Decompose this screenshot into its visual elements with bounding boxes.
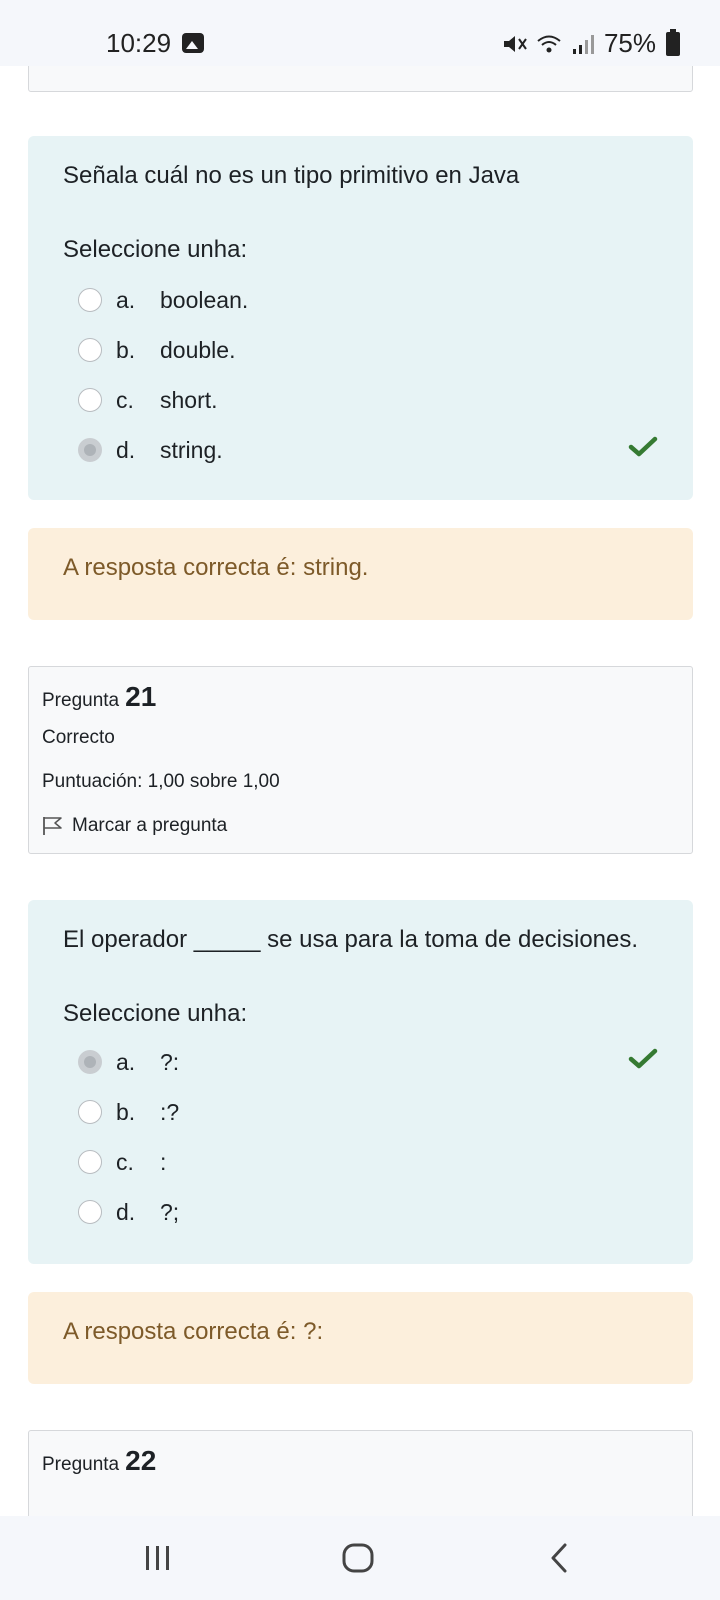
select-prompt: Seleccione unha: xyxy=(63,236,248,263)
option-letter: c. xyxy=(116,1148,134,1175)
signal-icon xyxy=(572,34,594,54)
option-b[interactable]: b. double. xyxy=(78,334,658,366)
question-state: Correcto xyxy=(42,727,115,748)
correct-answer-feedback: A resposta correcta é: string. xyxy=(28,528,693,620)
radio-button[interactable] xyxy=(78,1100,102,1124)
question-grade: Puntuación: 1,00 sobre 1,00 xyxy=(42,771,280,792)
flag-question-link[interactable]: Marcar a pregunta xyxy=(42,815,227,837)
option-text: : xyxy=(160,1148,167,1175)
battery-percent: 75% xyxy=(603,28,656,58)
back-icon[interactable] xyxy=(540,1538,580,1578)
question-number-value: 21 xyxy=(125,681,157,712)
option-text: ?: xyxy=(160,1048,180,1075)
gallery-icon xyxy=(182,33,204,53)
status-bar: 10:29 75% xyxy=(0,0,720,66)
select-prompt: Seleccione unha: xyxy=(63,1000,248,1027)
option-letter: d. xyxy=(116,1198,136,1225)
option-text: double. xyxy=(160,336,236,363)
status-right-group: 75% xyxy=(502,28,680,59)
question-number-label: Pregunta xyxy=(42,690,120,711)
mute-icon xyxy=(503,35,527,52)
option-text: ?; xyxy=(160,1198,180,1225)
flag-icon xyxy=(43,817,62,835)
system-navigation-bar xyxy=(0,1516,720,1600)
radio-button[interactable] xyxy=(78,388,102,412)
option-letter: c. xyxy=(116,386,134,413)
question-21-info: Pregunta 21 Correcto Puntuación: 1,00 so… xyxy=(28,666,693,854)
question-number: Pregunta 21 xyxy=(42,681,156,713)
option-d[interactable]: d. string. xyxy=(78,434,658,466)
radio-button[interactable] xyxy=(78,1150,102,1174)
radio-button-selected[interactable] xyxy=(78,1050,102,1074)
correct-check-icon xyxy=(628,1048,658,1069)
question-text: El operador _____ se usa para la toma de… xyxy=(63,926,639,953)
option-a[interactable]: a. ?: xyxy=(78,1046,658,1078)
radio-button[interactable] xyxy=(78,288,102,312)
wifi-icon xyxy=(537,35,561,52)
feedback-text: A resposta correcta é: string. xyxy=(63,554,369,581)
option-letter: b. xyxy=(116,336,136,363)
flag-label: Marcar a pregunta xyxy=(72,815,228,836)
option-text: short. xyxy=(160,386,218,413)
question-20-content: Señala cuál no es un tipo primitivo en J… xyxy=(28,136,693,500)
recent-apps-icon[interactable] xyxy=(138,1538,178,1578)
radio-button-selected[interactable] xyxy=(78,438,102,462)
question-number-value: 22 xyxy=(125,1445,157,1476)
option-text: string. xyxy=(160,436,223,463)
correct-answer-feedback: A resposta correcta é: ?: xyxy=(28,1292,693,1384)
option-letter: a. xyxy=(116,286,136,313)
quiz-review-page: 10:29 75% Señala cuál no es un tipo prim… xyxy=(0,0,720,1600)
radio-button[interactable] xyxy=(78,338,102,362)
option-letter: a. xyxy=(116,1048,136,1075)
question-number-label: Pregunta xyxy=(42,1454,120,1475)
option-d[interactable]: d. ?; xyxy=(78,1196,658,1228)
option-letter: d. xyxy=(116,436,136,463)
question-text: Señala cuál no es un tipo primitivo en J… xyxy=(63,162,520,189)
option-a[interactable]: a. boolean. xyxy=(78,284,658,316)
correct-check-icon xyxy=(628,436,658,457)
question-21-content: El operador _____ se usa para la toma de… xyxy=(28,900,693,1264)
option-b[interactable]: b. :? xyxy=(78,1096,658,1128)
option-c[interactable]: c. short. xyxy=(78,384,658,416)
radio-button[interactable] xyxy=(78,1200,102,1224)
battery-icon xyxy=(666,28,680,56)
option-letter: b. xyxy=(116,1098,136,1125)
option-c[interactable]: c. : xyxy=(78,1146,658,1178)
feedback-text: A resposta correcta é: ?: xyxy=(63,1318,324,1345)
option-text: :? xyxy=(160,1098,180,1125)
home-icon[interactable] xyxy=(338,1538,378,1578)
option-text: boolean. xyxy=(160,286,249,313)
status-time: 10:29 xyxy=(106,28,172,58)
question-number: Pregunta 22 xyxy=(42,1445,156,1477)
